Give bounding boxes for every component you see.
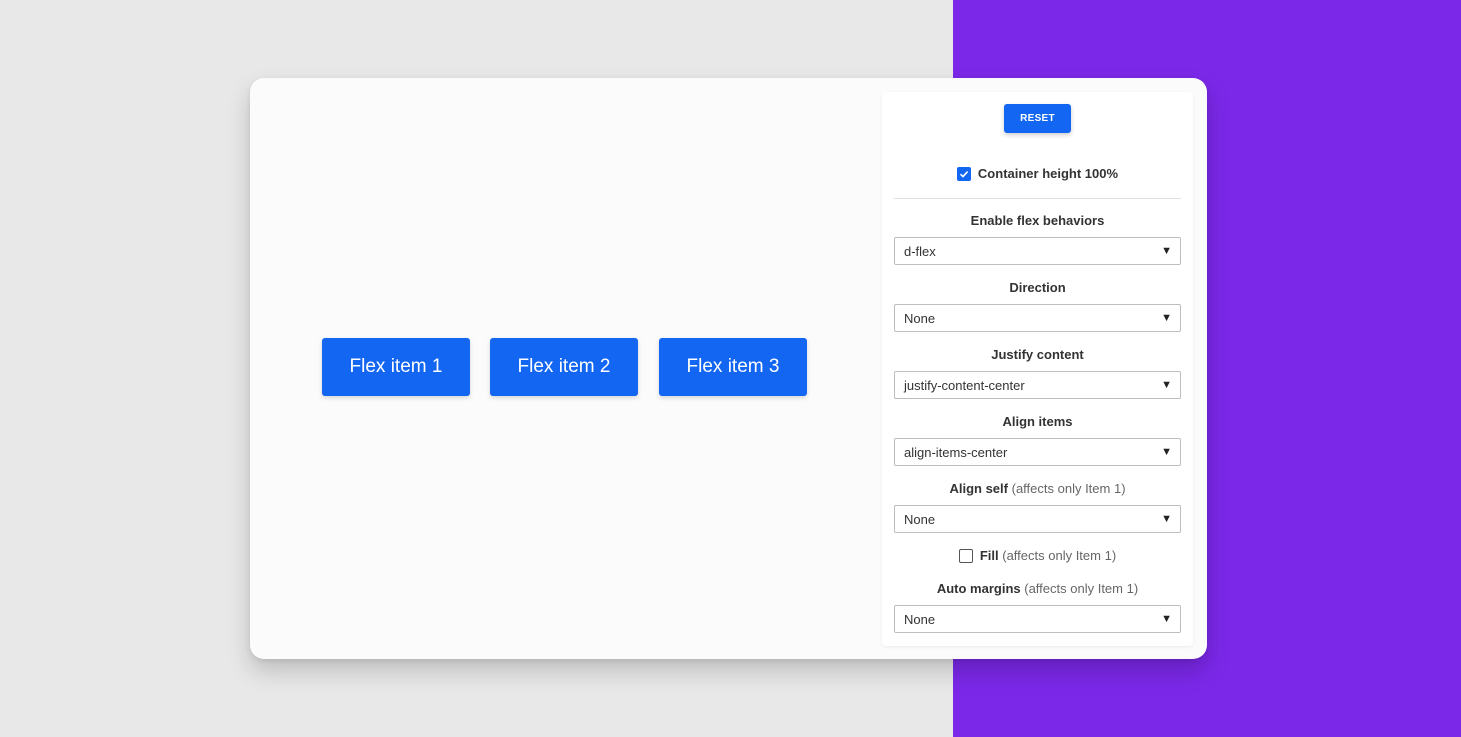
fill-checkbox[interactable] xyxy=(958,548,973,563)
fill-label: Fill xyxy=(979,548,999,563)
demo-card: Flex item 1 Flex item 2 Flex item 3 RESE… xyxy=(250,78,1207,659)
auto-margins-select[interactable]: None ▼ xyxy=(894,605,1181,633)
check-icon xyxy=(959,170,969,178)
caret-down-icon: ▼ xyxy=(1161,379,1172,391)
flex-preview-area: Flex item 1 Flex item 2 Flex item 3 xyxy=(250,78,880,659)
align-self-value: None xyxy=(904,511,936,527)
flex-item-3: Flex item 3 xyxy=(659,338,807,396)
controls-panel: RESET Container height 100% Enable flex … xyxy=(882,92,1193,646)
auto-margins-value: None xyxy=(904,611,936,627)
direction-select[interactable]: None ▼ xyxy=(894,304,1181,332)
caret-down-icon: ▼ xyxy=(1161,245,1172,257)
align-items-label: Align items xyxy=(1002,414,1073,429)
flex-item-2: Flex item 2 xyxy=(490,338,638,396)
reset-button[interactable]: RESET xyxy=(1004,104,1071,133)
container-height-checkbox[interactable] xyxy=(956,166,971,181)
align-self-select[interactable]: None ▼ xyxy=(894,505,1181,533)
justify-content-value: justify-content-center xyxy=(904,377,1025,393)
flex-behaviors-select[interactable]: d-flex ▼ xyxy=(894,237,1181,265)
caret-down-icon: ▼ xyxy=(1161,312,1172,324)
divider xyxy=(894,198,1181,199)
caret-down-icon: ▼ xyxy=(1161,446,1172,458)
flex-behaviors-value: d-flex xyxy=(904,243,936,259)
caret-down-icon: ▼ xyxy=(1161,613,1172,625)
flex-item-1: Flex item 1 xyxy=(322,338,470,396)
align-self-label: Align self (affects only Item 1) xyxy=(949,481,1126,496)
direction-value: None xyxy=(904,310,936,326)
fill-note: (affects only Item 1) xyxy=(1002,548,1117,563)
auto-margins-label: Auto margins (affects only Item 1) xyxy=(936,581,1139,596)
fill-row[interactable]: Fill (affects only Item 1) xyxy=(882,548,1193,563)
container-height-label: Container height 100% xyxy=(977,166,1119,181)
flex-behaviors-label: Enable flex behaviors xyxy=(970,213,1105,228)
align-items-select[interactable]: align-items-center ▼ xyxy=(894,438,1181,466)
container-height-row[interactable]: Container height 100% xyxy=(882,166,1193,181)
justify-content-select[interactable]: justify-content-center ▼ xyxy=(894,371,1181,399)
direction-label: Direction xyxy=(1009,280,1066,295)
justify-content-label: Justify content xyxy=(991,347,1084,362)
caret-down-icon: ▼ xyxy=(1161,513,1172,525)
align-items-value: align-items-center xyxy=(904,444,1008,460)
